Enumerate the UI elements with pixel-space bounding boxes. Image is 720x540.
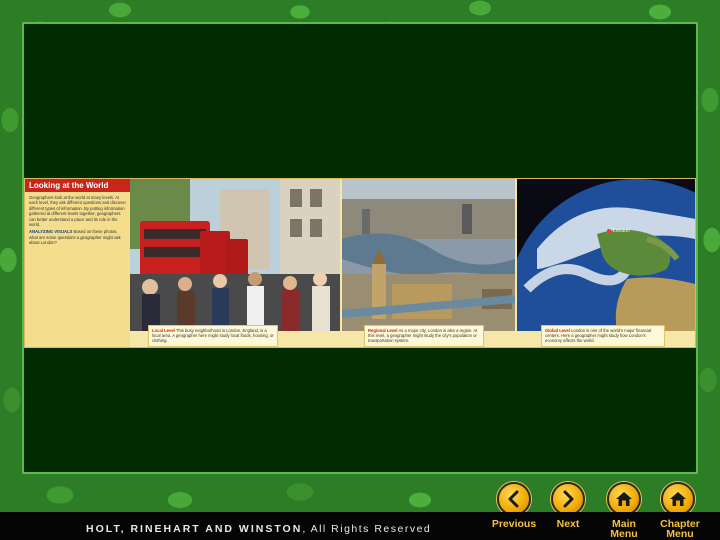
- feature-body: Geographers look at the world at many le…: [29, 195, 126, 228]
- next-button[interactable]: [551, 482, 585, 516]
- textbook-feature: Looking at the World Geographers look at…: [24, 178, 696, 348]
- global-level-photo: London: [517, 179, 695, 331]
- global-level-caption: Global Level London is one of the world'…: [541, 325, 665, 347]
- arrow-left-icon: [508, 490, 519, 508]
- publisher-name: HOLT, RINEHART AND WINSTON: [86, 523, 303, 535]
- regional-level-caption: Regional Level As a major city, London i…: [364, 325, 484, 347]
- chapter-menu-label[interactable]: Chapter Menu: [654, 519, 706, 540]
- footer-credit: HOLT, RINEHART AND WINSTON, All Rights R…: [86, 523, 431, 535]
- previous-button[interactable]: [497, 482, 531, 516]
- main-menu-label[interactable]: Main Menu: [602, 519, 646, 540]
- feature-question: ANALYZING VISUALS Based on these photos,…: [29, 229, 126, 245]
- main-menu-button[interactable]: [607, 482, 641, 516]
- chapter-menu-button[interactable]: [661, 482, 695, 516]
- feature-sidebar: Looking at the World Geographers look at…: [25, 179, 130, 347]
- previous-label[interactable]: Previous: [488, 519, 540, 530]
- regional-level-photo: [342, 179, 515, 331]
- next-label[interactable]: Next: [548, 519, 588, 530]
- rights-text: , All Rights Reserved: [302, 523, 432, 535]
- question-label: ANALYZING VISUALS: [29, 229, 73, 235]
- arrow-right-icon: [563, 490, 574, 508]
- map-label-london: London: [613, 228, 630, 234]
- feature-title: Looking at the World: [25, 179, 130, 192]
- home-icon: [616, 492, 632, 506]
- local-level-caption: Local Level This busy neighborhood in Lo…: [148, 325, 278, 347]
- home-icon: [670, 492, 686, 506]
- local-level-photo: [130, 179, 340, 331]
